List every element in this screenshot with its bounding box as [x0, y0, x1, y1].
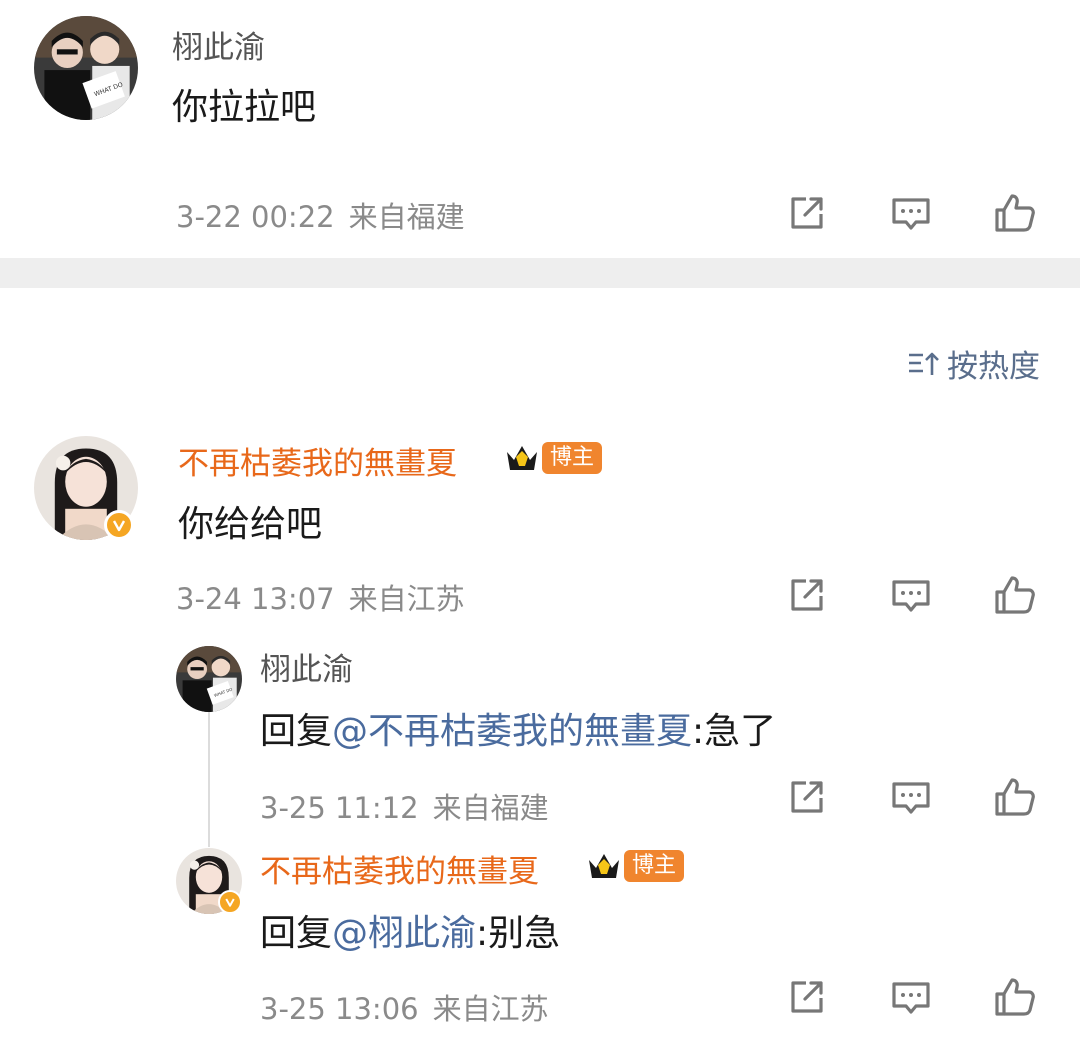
reply-location: 来自江苏: [432, 992, 549, 1026]
blogger-badge: 博主: [504, 440, 603, 476]
mention-link[interactable]: @栩此渝: [332, 913, 476, 954]
comment-text: 你拉拉吧: [172, 87, 317, 128]
share-icon[interactable]: [784, 974, 830, 1020]
comment-meta: 3-22 00:22 来自福建: [176, 194, 465, 236]
comment-author[interactable]: 栩此渝: [172, 22, 265, 67]
comment-icon[interactable]: [888, 572, 934, 618]
sort-button[interactable]: 按热度: [907, 341, 1040, 386]
like-icon[interactable]: [992, 974, 1038, 1020]
reply-prefix: 回复: [260, 711, 333, 752]
avatar[interactable]: [34, 16, 138, 120]
comment-icon[interactable]: [888, 974, 934, 1020]
like-icon[interactable]: [992, 572, 1038, 618]
reply-time: 3-25 11:12: [260, 791, 419, 825]
verified-icon: [104, 510, 134, 540]
share-icon[interactable]: [784, 190, 830, 236]
mention-link[interactable]: @不再枯萎我的無畫夏: [332, 711, 692, 752]
crown-icon: [507, 446, 537, 470]
reply-location: 来自福建: [432, 791, 549, 825]
blogger-badge: 博主: [586, 848, 685, 884]
like-icon[interactable]: [992, 774, 1038, 820]
comment-location: 来自福建: [348, 200, 465, 234]
reply-author[interactable]: 不再枯萎我的無畫夏: [260, 846, 539, 891]
comment-time: 3-24 13:07: [176, 582, 335, 616]
like-icon[interactable]: [992, 190, 1038, 236]
thread-line: [208, 712, 210, 847]
reply-time: 3-25 13:06: [260, 992, 419, 1026]
comment-text: 你给给吧: [178, 504, 323, 545]
verified-icon: [218, 890, 242, 914]
share-icon[interactable]: [784, 774, 830, 820]
blogger-tag: 博主: [624, 850, 685, 882]
comment-icon[interactable]: [888, 190, 934, 236]
avatar-image: [176, 646, 242, 712]
comment-location: 来自江苏: [348, 582, 465, 616]
reply-body: :别急: [476, 913, 561, 954]
reply-meta: 3-25 11:12 来自福建: [260, 785, 549, 827]
crown-icon: [589, 854, 619, 878]
reply-text: 回复@栩此渝:别急: [260, 904, 560, 956]
comment-time: 3-22 00:22: [176, 200, 335, 234]
share-icon[interactable]: [784, 572, 830, 618]
sort-label: 按热度: [947, 349, 1040, 385]
comment-icon[interactable]: [888, 774, 934, 820]
reply-prefix: 回复: [260, 913, 333, 954]
comment-meta: 3-24 13:07 来自江苏: [176, 576, 465, 618]
section-divider: [0, 258, 1080, 288]
reply-text: 回复@不再枯萎我的無畫夏:急了: [260, 702, 776, 754]
reply-author[interactable]: 栩此渝: [260, 644, 353, 689]
reply-body: :急了: [692, 711, 777, 752]
sort-icon: [909, 352, 939, 375]
comment-author[interactable]: 不再枯萎我的無畫夏: [178, 438, 457, 483]
avatar-image: [34, 16, 138, 120]
avatar[interactable]: [176, 646, 242, 712]
blogger-tag: 博主: [542, 442, 603, 474]
reply-meta: 3-25 13:06 来自江苏: [260, 986, 549, 1028]
